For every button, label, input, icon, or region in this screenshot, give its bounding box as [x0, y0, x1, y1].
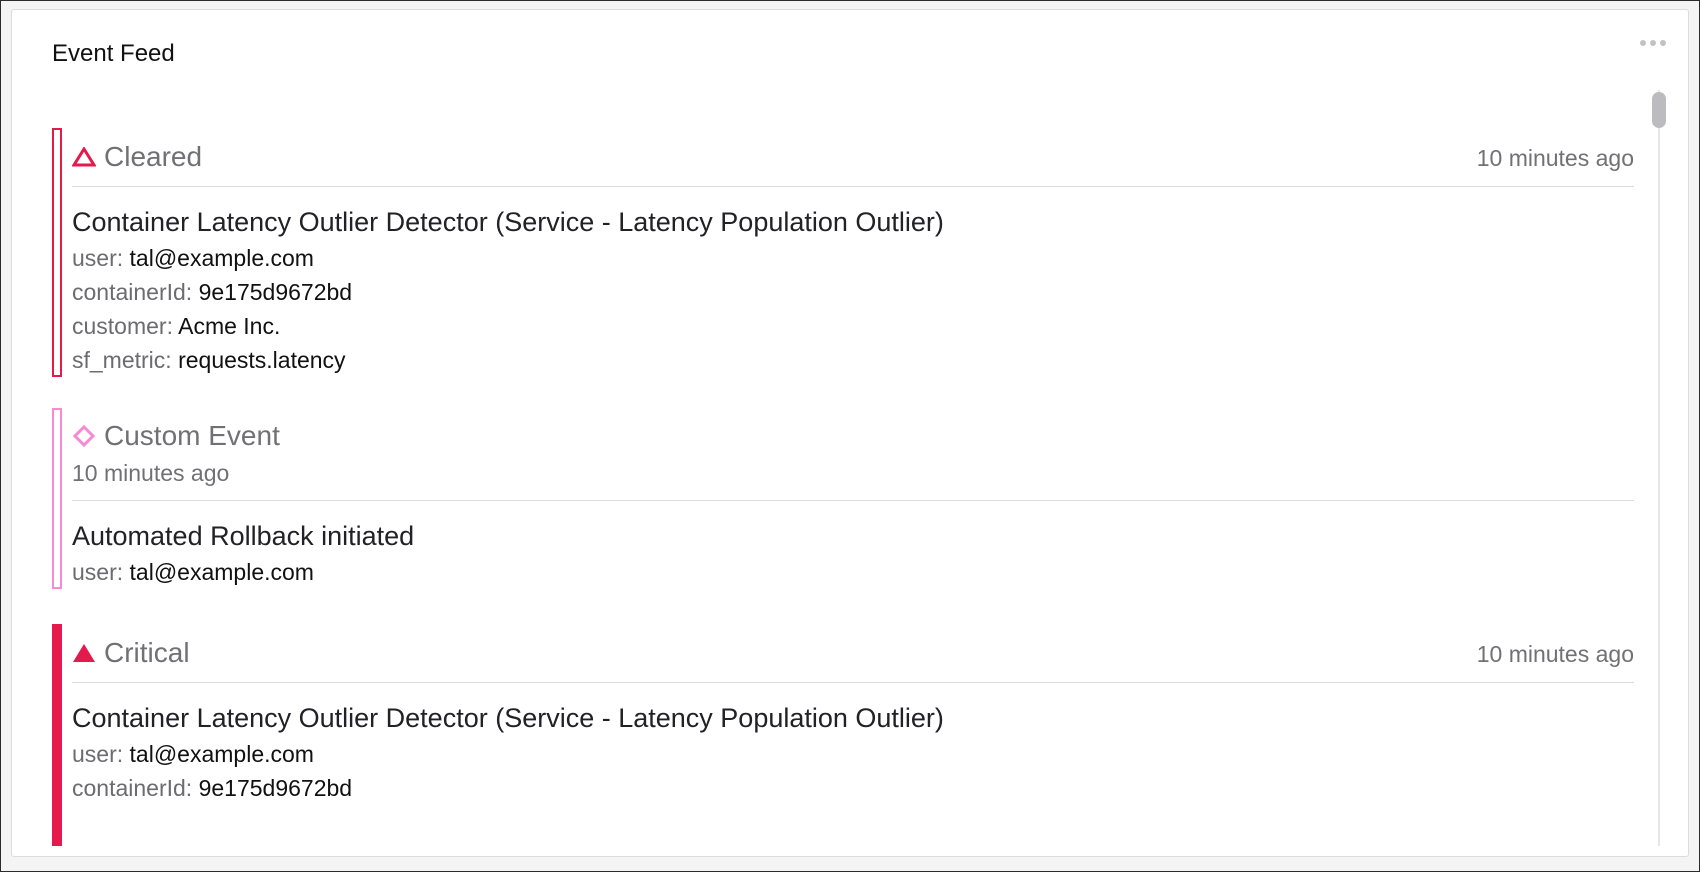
event-property: containerId: 9e175d9672bd	[72, 771, 1634, 805]
property-value: 9e175d9672bd	[198, 775, 353, 801]
scrollbar-track[interactable]	[1658, 90, 1660, 846]
diamond-outline-icon	[72, 424, 96, 448]
scrollbar-thumb[interactable]	[1652, 92, 1666, 128]
more-options-icon[interactable]	[1640, 40, 1666, 46]
triangle-filled-icon	[73, 644, 95, 662]
property-key: containerId:	[72, 279, 193, 305]
panel-title: Event Feed	[52, 40, 175, 67]
event-type: Critical	[72, 637, 190, 669]
event-title: Container Latency Outlier Detector (Serv…	[72, 207, 944, 237]
window-frame: Event Feed Cleared 10 minutes ago Contai…	[0, 0, 1700, 872]
event-property: customer: Acme Inc.	[72, 309, 1634, 343]
property-key: containerId:	[72, 775, 193, 801]
event-property: user: tal@example.com	[72, 241, 1634, 275]
event-item-critical[interactable]: Critical 10 minutes ago Container Latenc…	[52, 624, 1634, 846]
event-body: Container Latency Outlier Detector (Serv…	[72, 683, 1634, 805]
triangle-outline-icon	[72, 147, 96, 167]
property-key: user:	[72, 741, 124, 767]
event-type: Cleared	[72, 141, 202, 173]
event-header: Custom Event 10 minutes ago	[72, 408, 1634, 501]
event-type-label: Critical	[104, 637, 190, 668]
event-item-custom[interactable]: Custom Event 10 minutes ago Automated Ro…	[52, 408, 1634, 589]
event-title: Automated Rollback initiated	[72, 521, 415, 551]
severity-bar	[52, 128, 62, 377]
property-key: user:	[72, 559, 124, 585]
event-list[interactable]: Cleared 10 minutes ago Container Latency…	[52, 90, 1642, 846]
event-body: Automated Rollback initiated user: tal@e…	[72, 501, 1634, 589]
event-property: user: tal@example.com	[72, 737, 1634, 771]
property-key: customer:	[72, 313, 173, 339]
event-feed-panel: Event Feed Cleared 10 minutes ago Contai…	[11, 9, 1689, 857]
property-value: Acme Inc.	[178, 313, 281, 339]
property-value: tal@example.com	[129, 741, 314, 767]
event-property: containerId: 9e175d9672bd	[72, 275, 1634, 309]
event-property: sf_metric: requests.latency	[72, 343, 1634, 377]
event-header: Cleared 10 minutes ago	[72, 128, 1634, 187]
event-property: user: tal@example.com	[72, 555, 1634, 589]
property-value: requests.latency	[178, 347, 346, 373]
event-title: Container Latency Outlier Detector (Serv…	[72, 703, 944, 733]
property-value: 9e175d9672bd	[198, 279, 353, 305]
event-body: Container Latency Outlier Detector (Serv…	[72, 187, 1634, 377]
event-time: 10 minutes ago	[72, 460, 230, 486]
property-key: user:	[72, 245, 124, 271]
event-type-label: Custom Event	[104, 420, 280, 451]
event-time: 10 minutes ago	[1476, 641, 1634, 667]
severity-bar	[52, 408, 62, 589]
event-item-cleared[interactable]: Cleared 10 minutes ago Container Latency…	[52, 128, 1634, 377]
property-value: tal@example.com	[129, 245, 314, 271]
event-time: 10 minutes ago	[1476, 145, 1634, 171]
property-key: sf_metric:	[72, 347, 172, 373]
severity-bar	[52, 624, 62, 846]
property-value: tal@example.com	[129, 559, 314, 585]
event-type: Custom Event	[72, 420, 280, 452]
event-type-label: Cleared	[104, 141, 203, 172]
event-header: Critical 10 minutes ago	[72, 624, 1634, 683]
